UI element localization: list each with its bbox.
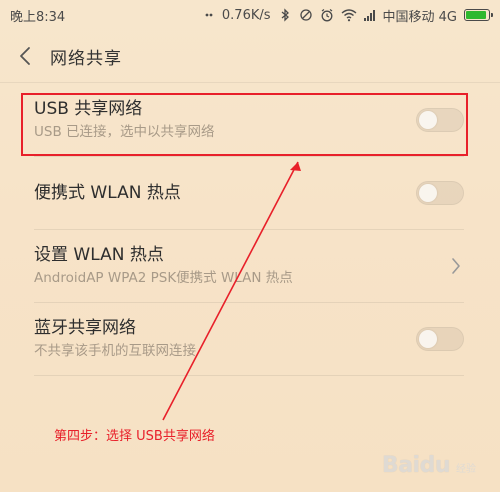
setting-usb-tethering[interactable]: USB 共享网络 USB 已连接，选中以共享网络 (34, 84, 464, 157)
status-left: 晚上8:34 (10, 6, 65, 25)
status-time: 晚上8:34 (10, 9, 66, 25)
setting-wlan-setup[interactable]: 设置 WLAN 热点 AndroidAP WPA2 PSK便携式 WLAN 热点 (34, 230, 464, 303)
wlan-hotspot-toggle[interactable] (416, 181, 464, 205)
carrier-label: 中国移动 4G (382, 9, 457, 25)
setting-wlan-hotspot[interactable]: 便携式 WLAN 热点 (34, 157, 464, 230)
toggle-knob (419, 184, 437, 202)
battery-level (466, 11, 486, 19)
back-button[interactable] (0, 30, 50, 82)
row-text: USB 共享网络 USB 已连接，选中以共享网络 (34, 98, 416, 142)
setting-title: 蓝牙共享网络 (34, 318, 136, 338)
row-text: 设置 WLAN 热点 AndroidAP WPA2 PSK便携式 WLAN 热点 (34, 244, 448, 288)
bluetooth-tethering-toggle[interactable] (416, 327, 464, 351)
baidu-watermark: Baidu 经验 (382, 453, 476, 478)
setting-title: 便携式 WLAN 热点 (34, 183, 181, 203)
toggle-knob (419, 330, 437, 348)
setting-subtitle: USB 已连接，选中以共享网络 (34, 124, 215, 140)
wifi-icon (341, 8, 357, 22)
watermark-logo: Baidu (381, 453, 451, 478)
page-title: 网络共享 (50, 48, 122, 69)
status-bar: 晚上8:34 0.76K/s 中国移动 4G (0, 0, 500, 30)
toggle-knob (419, 111, 437, 129)
phone-screen: 晚上8:34 0.76K/s 中国移动 4G 网络共享 USB 共享网络 USB… (0, 0, 500, 492)
status-right: 0.76K/s 中国移动 4G (205, 6, 493, 25)
signal-icon (363, 8, 376, 22)
setting-title: 设置 WLAN 热点 (34, 245, 164, 265)
row-text: 蓝牙共享网络 不共享该手机的互联网连接 (34, 317, 416, 361)
bluetooth-icon (278, 8, 292, 22)
setting-bluetooth-tethering[interactable]: 蓝牙共享网络 不共享该手机的互联网连接 (34, 303, 464, 376)
app-header: 网络共享 (0, 30, 500, 83)
dots-icon (205, 8, 215, 22)
setting-subtitle: AndroidAP WPA2 PSK便携式 WLAN 热点 (34, 270, 293, 286)
alarm-icon (320, 8, 334, 22)
setting-subtitle: 不共享该手机的互联网连接 (34, 343, 196, 359)
chevron-right-icon (448, 254, 464, 278)
annotation-text: 第四步：选择 USB共享网络 (54, 429, 215, 444)
battery-icon (464, 9, 493, 21)
rotation-lock-icon (299, 8, 313, 22)
settings-list: USB 共享网络 USB 已连接，选中以共享网络 便携式 WLAN 热点 设置 … (0, 84, 500, 376)
watermark-sub: 经验 (456, 464, 476, 475)
network-speed: 0.76K/s (221, 7, 271, 23)
chevron-left-icon (20, 47, 30, 65)
setting-title: USB 共享网络 (34, 99, 143, 119)
row-text: 便携式 WLAN 热点 (34, 182, 416, 204)
usb-tethering-toggle[interactable] (416, 108, 464, 132)
